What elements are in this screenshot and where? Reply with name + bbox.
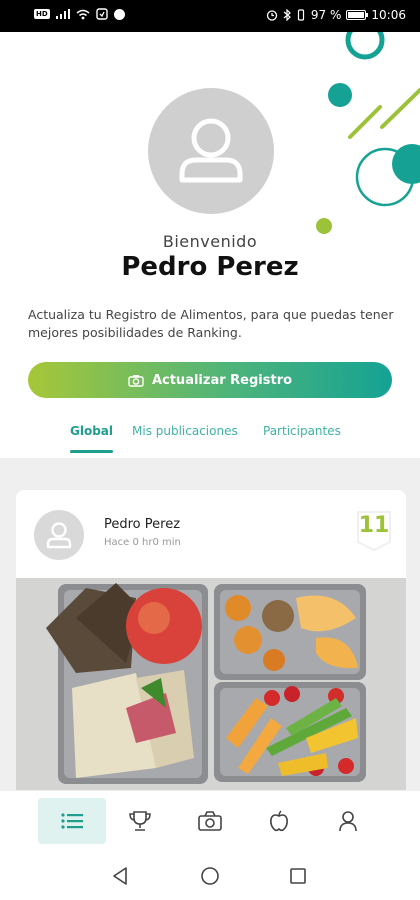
camera-icon bbox=[128, 374, 144, 387]
home-button[interactable] bbox=[198, 864, 222, 888]
system-navigation-bar bbox=[0, 850, 420, 900]
score-value: 11 bbox=[358, 513, 390, 538]
status-bar: HD 97 % 10:06 bbox=[0, 0, 420, 32]
update-record-label: Actualizar Registro bbox=[151, 372, 293, 388]
nav-ranking[interactable] bbox=[106, 798, 174, 844]
clock: 10:06 bbox=[371, 8, 406, 22]
wifi-icon bbox=[76, 9, 90, 19]
sim-indicator: HD bbox=[34, 9, 50, 19]
apple-icon bbox=[270, 810, 288, 832]
decorative-shapes bbox=[316, 32, 420, 234]
user-name: Pedro Perez bbox=[121, 252, 299, 282]
post-card[interactable]: Pedro Perez Hace 0 hr0 min 11 bbox=[16, 490, 406, 790]
bluetooth-icon bbox=[283, 9, 291, 21]
back-icon bbox=[113, 867, 127, 885]
welcome-label: Bienvenido bbox=[162, 232, 258, 251]
feed-tabs: Global Mis publicaciones Participantes bbox=[0, 424, 420, 454]
update-record-button[interactable]: Actualizar Registro bbox=[28, 362, 392, 398]
score-badge: 11 bbox=[354, 508, 394, 552]
trophy-icon bbox=[129, 811, 151, 831]
alarm-icon bbox=[266, 10, 278, 21]
post-author-name: Pedro Perez bbox=[104, 517, 181, 532]
recents-button[interactable] bbox=[286, 864, 310, 888]
home-icon bbox=[201, 867, 219, 885]
camera-icon bbox=[198, 811, 222, 831]
tab-my-posts[interactable]: Mis publicaciones bbox=[132, 424, 238, 438]
nav-camera[interactable] bbox=[176, 798, 244, 844]
signal-icon bbox=[55, 9, 70, 19]
nav-food[interactable] bbox=[245, 798, 313, 844]
user-icon bbox=[339, 811, 357, 832]
list-icon bbox=[61, 813, 83, 829]
battery-percentage: 97 % bbox=[310, 8, 342, 22]
tab-global[interactable]: Global bbox=[70, 424, 113, 438]
nav-feed[interactable] bbox=[38, 798, 106, 844]
bottom-navigation bbox=[0, 790, 420, 848]
meal-photo[interactable] bbox=[16, 578, 406, 790]
user-placeholder-icon bbox=[179, 118, 243, 183]
recents-icon bbox=[290, 868, 306, 884]
post-timestamp: Hace 0 hr0 min bbox=[104, 537, 181, 548]
tab-participants[interactable]: Participantes bbox=[263, 424, 341, 438]
back-button[interactable] bbox=[108, 864, 132, 888]
info-message: Actualiza tu Registro de Alimentos, para… bbox=[28, 307, 394, 340]
user-placeholder-icon bbox=[46, 522, 72, 549]
post-author-avatar[interactable] bbox=[34, 510, 84, 560]
active-tab-indicator bbox=[70, 450, 113, 453]
vibrate-icon bbox=[297, 9, 305, 21]
profile-avatar[interactable] bbox=[148, 88, 274, 214]
sync-icon bbox=[95, 8, 108, 20]
record-icon bbox=[113, 8, 125, 20]
battery-icon bbox=[346, 10, 369, 20]
nav-profile[interactable] bbox=[314, 798, 382, 844]
